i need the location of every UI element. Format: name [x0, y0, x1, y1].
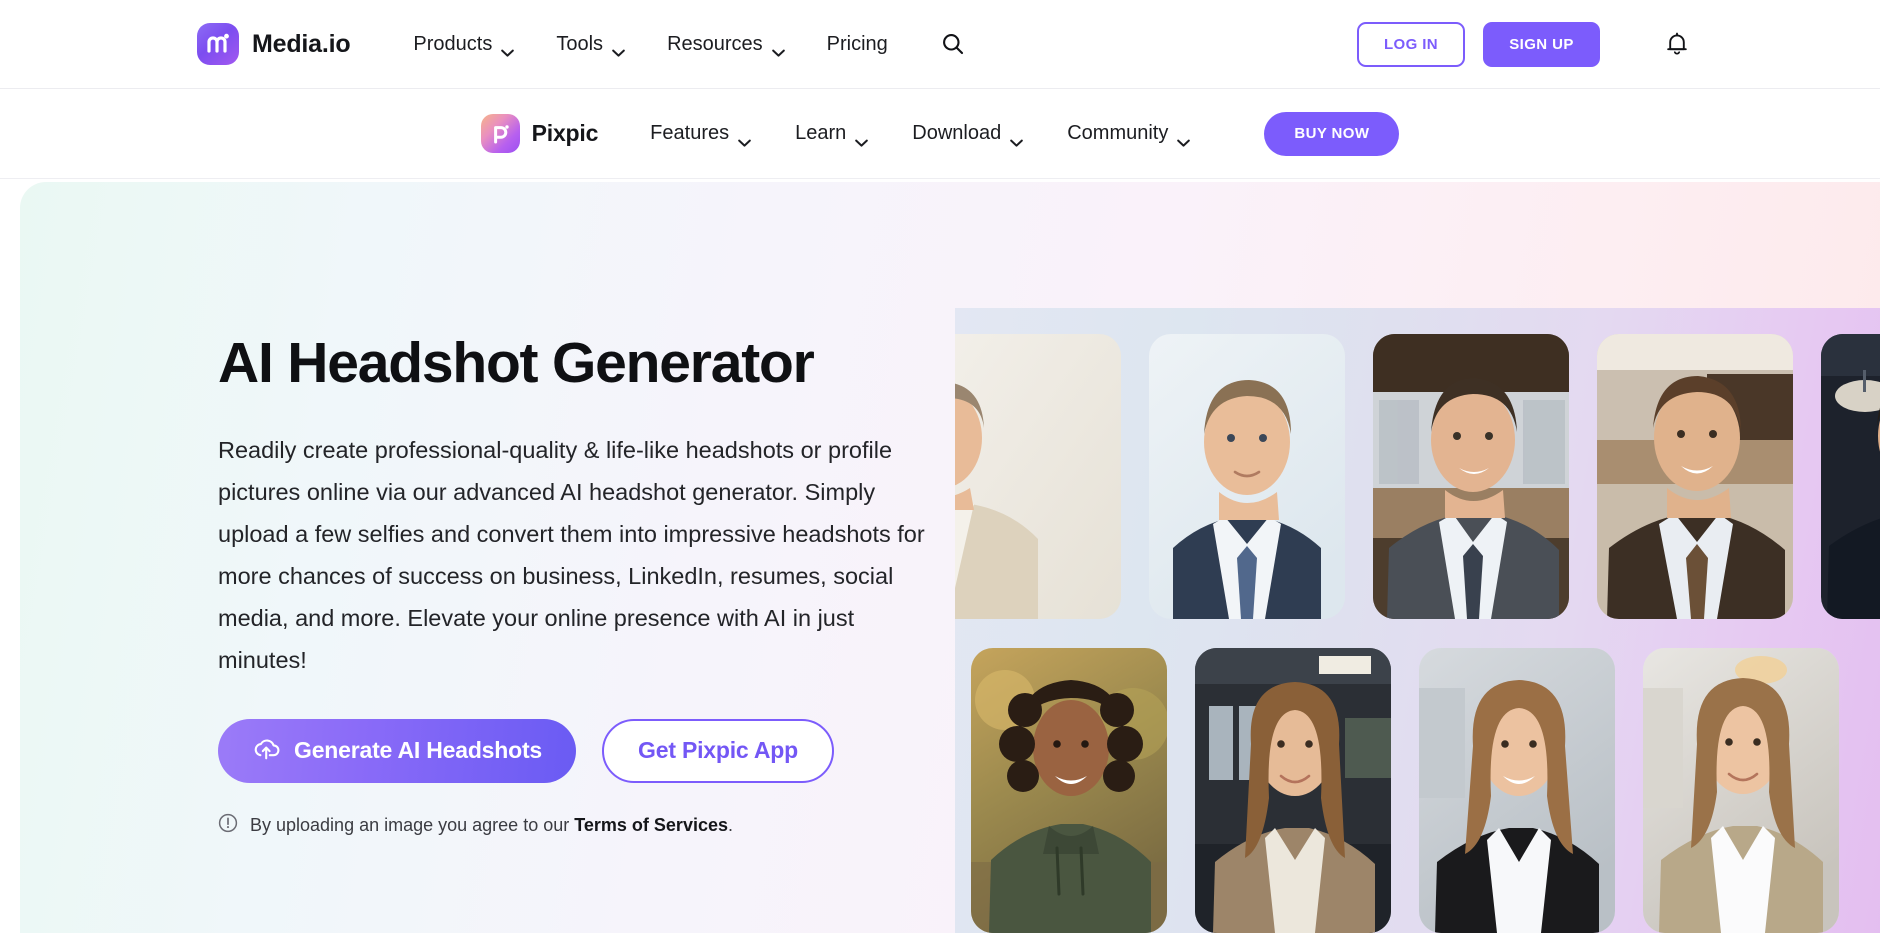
info-circle-icon: [218, 813, 238, 838]
chevron-down-icon: [501, 40, 515, 57]
subnav-item-community-label: Community: [1067, 122, 1169, 144]
gallery-photo[interactable]: [1643, 648, 1839, 933]
pixpic-sub-navigation-bar: Pixpic Features Learn Download Community: [0, 89, 1880, 179]
gallery-photo[interactable]: [1419, 648, 1615, 933]
chevron-down-icon: [738, 130, 751, 147]
search-icon[interactable]: [933, 24, 973, 64]
gallery-row-1: [955, 334, 1880, 619]
nav-item-resources-label: Resources: [667, 32, 763, 55]
gallery-photo[interactable]: [1821, 334, 1880, 619]
notification-bell-icon[interactable]: [1660, 27, 1694, 61]
log-in-button[interactable]: LOG IN: [1357, 21, 1465, 67]
page-title: AI Headshot Generator: [218, 331, 815, 395]
subnav-item-download-label: Download: [912, 122, 1002, 144]
subnav-item-features[interactable]: Features: [628, 112, 773, 155]
chevron-down-icon: [771, 40, 785, 57]
subnav-item-learn-label: Learn: [795, 122, 847, 144]
hero-cta-group: Generate AI Headshots Get Pixpic App: [218, 718, 948, 783]
chevron-down-icon: [1177, 130, 1191, 147]
chevron-down-icon: [612, 40, 625, 57]
gallery-photo[interactable]: [1195, 648, 1391, 933]
gallery-photo[interactable]: [1597, 334, 1793, 619]
nav-item-tools-label: Tools: [556, 32, 604, 55]
subnav-item-features-label: Features: [650, 122, 730, 144]
top-nav-actions: LOG IN SIGN UP: [1357, 21, 1694, 67]
generate-ai-headshots-label: Generate AI Headshots: [294, 737, 543, 764]
hero-copy-block: AI Headshot Generator Readily create pro…: [218, 332, 948, 838]
gallery-photo[interactable]: [1149, 334, 1345, 619]
chevron-down-icon: [855, 130, 869, 147]
terms-prefix: By uploading an image you agree to our: [250, 814, 575, 835]
pixpic-brand[interactable]: Pixpic: [480, 114, 599, 153]
pixpic-logo-icon: [480, 114, 520, 153]
get-pixpic-app-button[interactable]: Get Pixpic App: [602, 718, 834, 783]
mediaio-brand-name: Media.io: [252, 29, 351, 58]
subnav-item-learn[interactable]: Learn: [773, 112, 890, 155]
chevron-down-icon: [1010, 130, 1024, 147]
terms-notice: By uploading an image you agree to our T…: [218, 813, 948, 838]
page-root: Media.io Products Tools Resources Pricin…: [0, 0, 1880, 933]
headshot-gallery-panel: [955, 308, 1880, 933]
nav-item-pricing-label: Pricing: [826, 32, 888, 55]
generate-ai-headshots-button[interactable]: Generate AI Headshots: [218, 718, 577, 783]
buy-now-button[interactable]: BUY NOW: [1264, 111, 1400, 156]
subnav-item-community[interactable]: Community: [1045, 112, 1212, 155]
terms-suffix: .: [727, 814, 733, 835]
sign-up-button[interactable]: SIGN UP: [1483, 21, 1600, 67]
mediaio-logo-icon: [197, 23, 239, 65]
subnav-item-download[interactable]: Download: [890, 112, 1045, 155]
hero-description: Readily create professional-quality & li…: [218, 436, 925, 673]
gallery-photo[interactable]: [1373, 334, 1569, 619]
nav-item-pricing[interactable]: Pricing: [806, 23, 909, 66]
mediaio-brand[interactable]: Media.io: [197, 23, 351, 65]
pixpic-brand-name: Pixpic: [531, 120, 599, 146]
top-nav-links: Products Tools Resources Pricing: [392, 23, 972, 66]
top-navigation-bar: Media.io Products Tools Resources Pricin…: [0, 0, 1880, 89]
nav-item-products[interactable]: Products: [392, 23, 535, 66]
gallery-row-2: [971, 648, 1839, 933]
nav-item-tools[interactable]: Tools: [535, 23, 646, 66]
terms-text: By uploading an image you agree to our T…: [250, 815, 733, 836]
hero-section: AI Headshot Generator Readily create pro…: [20, 182, 1880, 933]
nav-item-products-label: Products: [413, 32, 493, 55]
gallery-photo[interactable]: [955, 334, 1121, 619]
terms-of-services-link[interactable]: Terms of Services: [574, 815, 728, 835]
cloud-upload-icon: [252, 736, 280, 766]
nav-item-resources[interactable]: Resources: [646, 23, 806, 66]
gallery-photo[interactable]: [971, 648, 1167, 933]
